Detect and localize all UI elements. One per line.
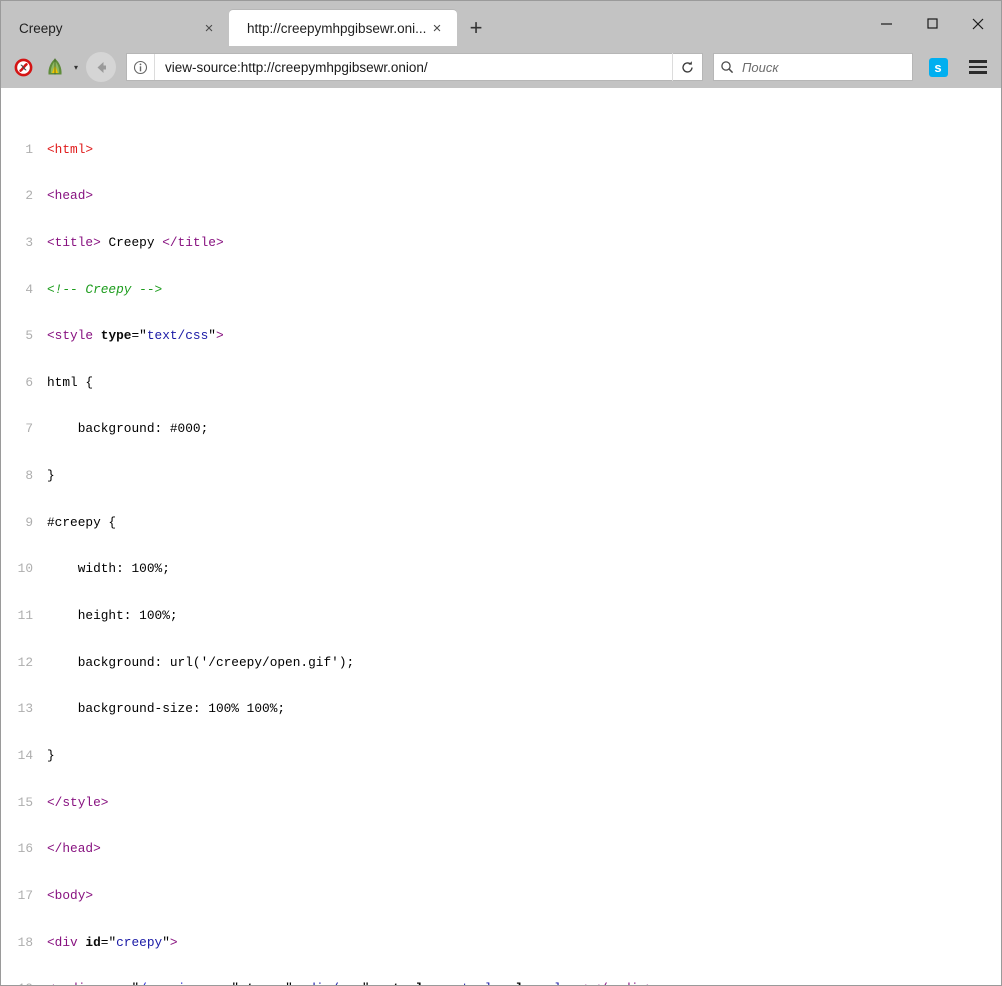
search-input[interactable] [740, 59, 922, 76]
code-line: <audio src="/opening.ogg" type="audio/og… [1, 981, 1001, 985]
hamburger-menu-icon [969, 66, 987, 69]
code-token: <style [47, 328, 93, 343]
noscript-icon[interactable] [9, 53, 37, 81]
tab-close-icon[interactable]: × [427, 18, 447, 38]
code-attr-value: creepy [116, 935, 162, 950]
code-attr-value: text/css [147, 328, 208, 343]
code-token: background-size: 100% 100%; [47, 701, 285, 716]
hamburger-menu-button[interactable] [963, 52, 993, 82]
code-token: </audio> [592, 981, 653, 985]
code-token: <head> [47, 188, 93, 203]
search-bar[interactable] [713, 53, 913, 81]
code-line: <!-- Creepy --> [1, 282, 1001, 298]
code-token: } [47, 748, 55, 763]
code-token: Creepy [101, 235, 162, 250]
minimize-button[interactable] [863, 1, 909, 46]
hamburger-menu-icon [969, 71, 987, 74]
code-line: </style> [1, 795, 1001, 811]
source-code-listing: <html> <head> <title> Creepy </title> <!… [1, 95, 1001, 985]
code-token: </title> [162, 235, 223, 250]
code-attr-value: loop [554, 981, 585, 985]
tab-view-source[interactable]: http://creepymhpgibsewr.oni... × [229, 10, 457, 46]
tab-strip: Creepy × http://creepymhpgibsewr.oni... … [1, 1, 1001, 46]
code-token: height: 100%; [47, 608, 178, 623]
code-line: #creepy { [1, 515, 1001, 531]
code-attr-value: audio/ogg [293, 981, 362, 985]
code-token: <body> [47, 888, 93, 903]
close-button[interactable] [955, 1, 1001, 46]
code-attr-name: type [247, 981, 278, 985]
code-line: height: 100%; [1, 608, 1001, 624]
code-token: <audio [47, 981, 93, 985]
torbutton-caret-icon[interactable]: ▾ [74, 63, 78, 72]
code-line: background: #000; [1, 421, 1001, 437]
code-line: </head> [1, 841, 1001, 857]
code-line: <title> Creepy </title> [1, 235, 1001, 251]
code-line: <div id="creepy"> [1, 935, 1001, 951]
code-line: width: 100%; [1, 561, 1001, 577]
url-input[interactable] [155, 59, 672, 76]
code-token: </style> [47, 795, 108, 810]
code-attr-name: type [101, 328, 132, 343]
code-attr-name: id [85, 935, 100, 950]
tab-creepy[interactable]: Creepy × [1, 10, 229, 46]
code-line: } [1, 748, 1001, 764]
code-line: background: url('/creepy/open.gif'); [1, 655, 1001, 671]
code-token: <title> [47, 235, 101, 250]
page-info-icon[interactable] [127, 54, 155, 80]
code-token: html { [47, 375, 93, 390]
back-button[interactable] [86, 52, 116, 82]
tab-title: Creepy [19, 21, 199, 36]
search-icon [714, 54, 740, 80]
code-line: <head> [1, 188, 1001, 204]
url-bar[interactable] [126, 53, 703, 81]
tab-title: http://creepymhpgibsewr.oni... [247, 21, 427, 36]
code-attr-name: loop [516, 981, 547, 985]
code-token: <html> [47, 142, 93, 157]
onion-torbutton-icon[interactable] [41, 53, 69, 81]
code-line: <html> [1, 142, 1001, 158]
navigation-toolbar: ▾ [1, 46, 1001, 88]
code-token: #creepy { [47, 515, 116, 530]
code-attr-name: autoplay [377, 981, 438, 985]
skype-extension-button[interactable]: s [923, 52, 953, 82]
code-line: } [1, 468, 1001, 484]
code-line: html { [1, 375, 1001, 391]
code-line: background-size: 100% 100%; [1, 701, 1001, 717]
code-token: background: url('/creepy/open.gif'); [47, 655, 354, 670]
hamburger-menu-icon [969, 60, 987, 63]
skype-icon: s [929, 58, 948, 77]
code-token: <div [47, 935, 78, 950]
code-token: width: 100%; [47, 561, 170, 576]
maximize-button[interactable] [909, 1, 955, 46]
code-comment: <!-- Creepy --> [47, 282, 162, 297]
reload-button[interactable] [672, 53, 702, 81]
code-link-value[interactable]: /opening.ogg [139, 981, 231, 985]
code-line: <body> [1, 888, 1001, 904]
window-controls [863, 1, 1001, 46]
new-tab-button[interactable]: + [459, 11, 493, 45]
code-token: } [47, 468, 55, 483]
code-token: background: #000; [47, 421, 208, 436]
tab-close-icon[interactable]: × [199, 18, 219, 38]
code-attr-value: autoplay [446, 981, 507, 985]
code-attr-name: src [101, 981, 124, 985]
browser-window: Creepy × http://creepymhpgibsewr.oni... … [0, 0, 1002, 986]
view-source-content[interactable]: <html> <head> <title> Creepy </title> <!… [1, 88, 1001, 985]
code-line: <style type="text/css"> [1, 328, 1001, 344]
code-token: </head> [47, 841, 101, 856]
